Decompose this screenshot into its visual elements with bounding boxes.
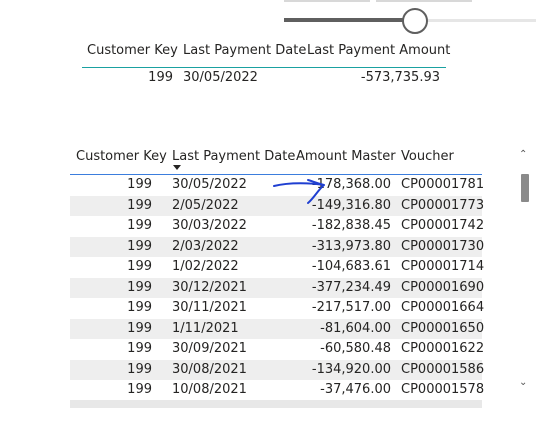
- cell-last-payment-date: 10/08/2021: [172, 382, 247, 397]
- cell-last-payment-date: 2/05/2022: [172, 197, 239, 213]
- cell-customer-key: 199: [127, 197, 152, 213]
- cell-customer-key: 199: [127, 218, 152, 233]
- table-row[interactable]: 199 30/08/2021 -134,920.00 CP00001586: [70, 359, 485, 380]
- annotation-arrow-icon: [273, 179, 325, 204]
- cell-amount-master: -60,580.48: [320, 341, 391, 356]
- cell-voucher: CP00001586: [401, 361, 485, 377]
- cell-voucher: CP00001664: [401, 300, 485, 315]
- table-row[interactable]: 199 30/03/2022 -182,838.45 CP00001742: [70, 216, 485, 237]
- horizontal-scrollbar[interactable]: [70, 400, 482, 408]
- table-row[interactable]: 199 10/08/2021 -37,476.00 CP00001578: [70, 380, 485, 401]
- table-row[interactable]: 199 30/11/2021 -217,517.00 CP00001664: [70, 298, 485, 319]
- summary-table: Customer Key Last Payment Date Last Paym…: [82, 40, 450, 90]
- cell-customer-key: 199: [148, 70, 173, 85]
- cell-voucher: CP00001578: [401, 382, 485, 397]
- cell-last-payment-date: 30/05/2022: [172, 177, 247, 192]
- cell-last-payment-date: 30/09/2021: [172, 341, 247, 356]
- cell-customer-key: 199: [127, 341, 152, 356]
- cell-amount-master: -104,683.61: [311, 259, 391, 274]
- cell-amount-master: -377,234.49: [311, 279, 391, 295]
- slider-fill: [284, 18, 416, 22]
- chevron-up-icon[interactable]: ⌃: [519, 150, 527, 160]
- detail-table-body: 199 30/05/2022 -178,368.00 CP00001781 199 2/0…: [70, 175, 485, 401]
- cell-last-payment-date: 30/03/2022: [172, 218, 247, 233]
- sort-descending-icon[interactable]: [173, 165, 181, 170]
- table-row[interactable]: 199 30/12/2021 -377,234.49 CP00001690: [70, 277, 485, 298]
- cell-voucher: CP00001730: [401, 238, 485, 254]
- summary-table-header: Customer Key Last Payment Date Last Paym…: [82, 40, 450, 68]
- cell-last-payment-date: 2/03/2022: [172, 238, 239, 254]
- cell-amount-master: -81,604.00: [320, 320, 391, 336]
- cell-last-payment-date: 30/08/2021: [172, 361, 247, 377]
- header-amount-master[interactable]: Amount Master: [296, 149, 396, 164]
- cell-voucher: CP00001690: [401, 279, 485, 295]
- cell-last-payment-date: 30/11/2021: [172, 300, 247, 315]
- cell-customer-key: 199: [127, 259, 152, 274]
- cell-voucher: CP00001650: [401, 320, 485, 336]
- detail-table-header: Customer Key Last Payment Date Amount Ma…: [70, 144, 482, 175]
- cell-last-payment-date: 1/11/2021: [172, 320, 239, 336]
- scrollbar-thumb[interactable]: [521, 174, 529, 202]
- cell-last-payment-date: 1/02/2022: [172, 259, 239, 274]
- cell-last-payment-date: 30/05/2022: [183, 70, 258, 85]
- cell-customer-key: 199: [127, 177, 152, 192]
- cell-last-payment-date: 30/12/2021: [172, 279, 247, 295]
- cell-customer-key: 199: [127, 300, 152, 315]
- cell-customer-key: 199: [127, 320, 152, 336]
- cell-customer-key: 199: [127, 238, 152, 254]
- cell-customer-key: 199: [127, 279, 152, 295]
- cell-amount-master: -134,920.00: [311, 361, 391, 377]
- cell-voucher: CP00001714: [401, 259, 485, 274]
- cell-amount-master: -217,517.00: [311, 300, 391, 315]
- cell-voucher: CP00001773: [401, 197, 485, 213]
- table-row[interactable]: 199 1/02/2022 -104,683.61 CP00001714: [70, 257, 485, 278]
- table-row[interactable]: 199 1/11/2021 -81,604.00 CP00001650: [70, 318, 485, 339]
- vertical-scrollbar[interactable]: ⌃ ⌄: [516, 146, 532, 392]
- summary-table-row: 199 30/05/2022 -573,735.93: [82, 68, 446, 90]
- cell-customer-key: 199: [127, 382, 152, 397]
- header-voucher[interactable]: Voucher: [401, 149, 454, 164]
- cell-voucher: CP00001742: [401, 218, 485, 233]
- cell-amount-master: -313,973.80: [311, 238, 391, 254]
- slider-edge-segment: [284, 0, 370, 2]
- header-last-payment-amount[interactable]: Last Payment Amount: [307, 43, 450, 58]
- header-customer-key[interactable]: Customer Key: [76, 149, 167, 164]
- slider-top-edge: [284, 0, 536, 3]
- cell-voucher: CP00001622: [401, 341, 485, 356]
- cell-voucher: CP00001781: [401, 177, 485, 192]
- cell-amount-master: -37,476.00: [320, 382, 391, 397]
- header-last-payment-date[interactable]: Last Payment Date: [183, 43, 306, 58]
- cell-amount-master: -182,838.45: [311, 218, 391, 233]
- cell-customer-key: 199: [127, 361, 152, 377]
- table-row[interactable]: 199 30/09/2021 -60,580.48 CP00001622: [70, 339, 485, 360]
- slider-thumb[interactable]: [402, 8, 429, 34]
- cell-last-payment-amount: -573,735.93: [360, 70, 440, 85]
- table-row[interactable]: 199 2/03/2022 -313,973.80 CP00001730: [70, 236, 485, 257]
- header-customer-key[interactable]: Customer Key: [87, 43, 178, 58]
- slider-edge-segment: [376, 0, 472, 2]
- header-last-payment-date[interactable]: Last Payment Date: [172, 149, 295, 164]
- chevron-down-icon[interactable]: ⌄: [519, 378, 527, 388]
